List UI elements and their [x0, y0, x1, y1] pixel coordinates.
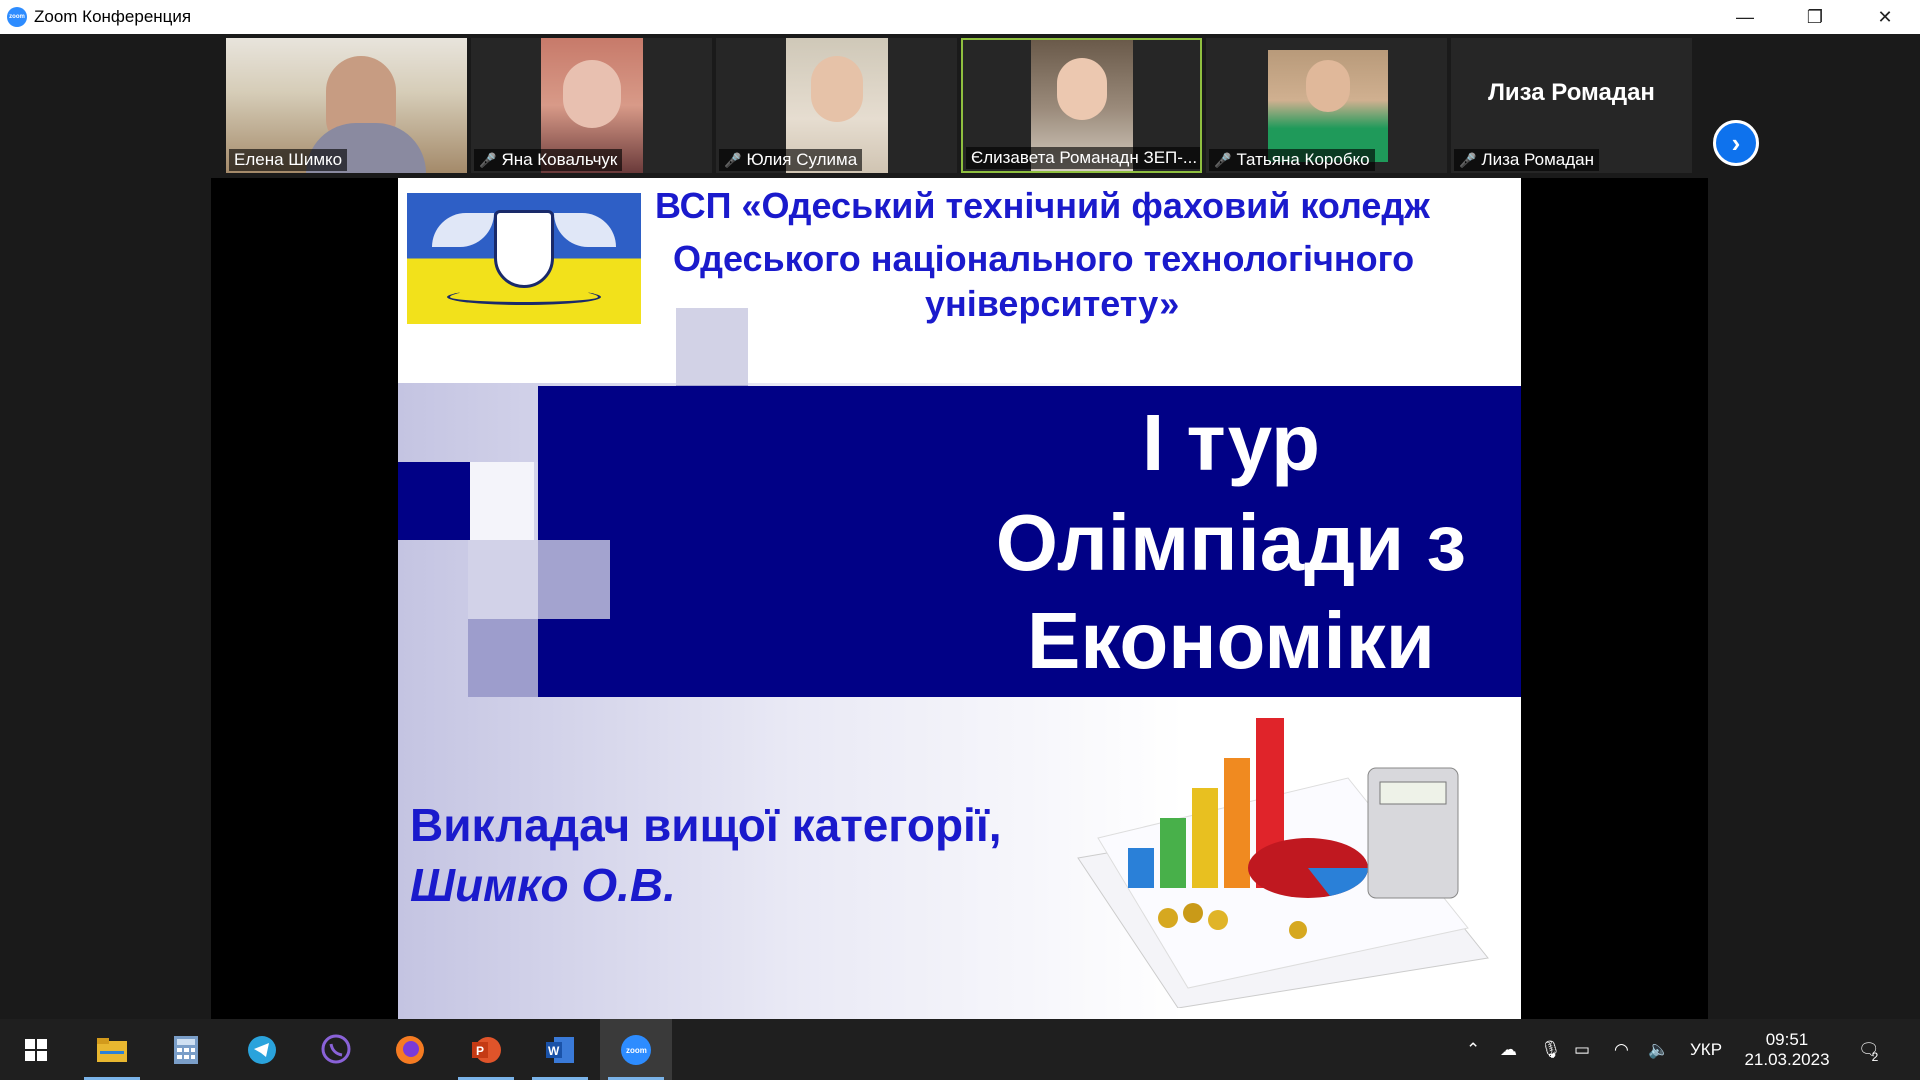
bar-yellow — [1192, 788, 1218, 888]
muted-mic-icon: 🎤 — [1214, 151, 1232, 168]
slide-title-line3: Економіки — [1027, 596, 1435, 685]
participant-tile-active-speaker[interactable]: Єлизавета Романадн ЗЕП-... — [961, 38, 1202, 173]
bar-blue — [1128, 848, 1154, 888]
window-title: Zoom Конференция — [34, 7, 192, 26]
chevron-right-icon: › — [1731, 127, 1741, 158]
close-button[interactable]: ✕ — [1850, 0, 1920, 34]
participant-name: Єлизавета Романадн ЗЕП-... — [966, 147, 1200, 169]
participant-tile[interactable]: 🎤 Татьяна Коробко — [1206, 38, 1447, 173]
volume-icon[interactable]: 🔈 — [1648, 1019, 1669, 1080]
college-logo — [407, 193, 641, 324]
participant-tile[interactable]: Лиза Ромадан 🎤 Лиза Ромадан — [1451, 38, 1692, 173]
participant-name: 🎤 Яна Ковальчук — [474, 149, 623, 171]
word-icon[interactable]: W — [524, 1019, 596, 1080]
next-page-button[interactable]: › — [1713, 120, 1759, 166]
person-face — [1057, 58, 1107, 120]
institution-name-line1: ВСП «Одеський технічний фаховий коледж — [655, 185, 1430, 226]
restore-button[interactable]: ❐ — [1780, 0, 1850, 34]
logo-wing-right — [554, 213, 616, 247]
logo-ribbon — [447, 289, 601, 305]
battery-icon[interactable]: ▭ — [1574, 1019, 1590, 1080]
coins-icon — [1208, 910, 1228, 930]
participant-name: 🎤 Лиза Ромадан — [1454, 149, 1600, 171]
bar-orange — [1224, 758, 1250, 888]
clock-time: 09:51 — [1765, 1029, 1809, 1049]
clock-date: 21.03.2023 — [1744, 1049, 1830, 1069]
teacher-name: Шимко О.В. — [410, 859, 676, 911]
svg-text:W: W — [548, 1044, 560, 1058]
svg-text:P: P — [476, 1044, 484, 1058]
coins-icon — [1158, 908, 1178, 928]
person-face — [563, 60, 621, 128]
participant-tile[interactable]: 🎤 Юлия Сулима — [716, 38, 957, 173]
language-indicator[interactable]: УКР — [1690, 1019, 1722, 1080]
logo-shield — [494, 210, 554, 288]
zoom-app-icon: zoom — [7, 7, 27, 27]
decor-square — [398, 462, 470, 540]
viber-icon[interactable] — [300, 1019, 372, 1080]
notifications-button[interactable]: 🗨 2 — [1858, 1019, 1880, 1080]
presentation-slide: ВСП «Одеський технічний фаховий коледж О… — [398, 178, 1521, 1019]
wifi-icon[interactable]: ◠ — [1614, 1019, 1629, 1080]
firefox-icon[interactable] — [374, 1019, 446, 1080]
decor-square — [538, 540, 610, 619]
participant-name: 🎤 Татьяна Коробко — [1209, 149, 1375, 171]
participant-name: 🎤 Юлия Сулима — [719, 149, 863, 171]
logo-wing-left — [432, 213, 494, 247]
calculator-icon[interactable] — [150, 1019, 222, 1080]
calculator-display — [1379, 781, 1447, 805]
person-face — [811, 56, 863, 122]
window-titlebar: zoom Zoom Конференция — ❐ ✕ — [0, 0, 1920, 34]
coins-icon — [1289, 921, 1307, 939]
teacher-title: Викладач вищої категорії, — [410, 799, 1002, 851]
muted-mic-icon: 🎤 — [479, 151, 497, 168]
participant-tile[interactable]: Елена Шимко — [226, 38, 467, 173]
participant-strip: Елена Шимко 🎤 Яна Ковальчук 🎤 Юлия Сулима … — [0, 34, 1920, 176]
participant-name: Елена Шимко — [229, 149, 348, 171]
participant-tile[interactable]: 🎤 Яна Ковальчук — [471, 38, 712, 173]
minimize-button[interactable]: — — [1710, 0, 1780, 34]
person-face — [1306, 60, 1350, 112]
onedrive-cloud-icon[interactable]: ☁ — [1500, 1019, 1517, 1080]
economics-illustration — [1077, 718, 1489, 1008]
slide-title-line1: І тур — [1142, 398, 1320, 487]
bar-green — [1160, 818, 1186, 888]
participant-big-name: Лиза Ромадан — [1488, 79, 1655, 106]
clock[interactable]: 09:51 21.03.2023 — [1742, 1019, 1832, 1080]
show-hidden-icons-chevron-up-icon[interactable]: ⌃ — [1466, 1019, 1480, 1080]
institution-name-line2: Одеського національного технологічного — [673, 238, 1415, 279]
powerpoint-icon[interactable]: P — [450, 1019, 522, 1080]
file-explorer-icon[interactable] — [76, 1019, 148, 1080]
slide-title-line2: Олімпіади з — [995, 498, 1467, 587]
decor-square — [676, 308, 748, 385]
institution-name-line3: університету» — [925, 283, 1180, 324]
decor-square — [468, 619, 538, 697]
zoom-icon[interactable]: zoom — [600, 1019, 672, 1080]
decor-square — [470, 462, 534, 540]
participant-video — [1268, 50, 1388, 162]
svg-text:zoom: zoom — [626, 1046, 647, 1055]
microphone-icon[interactable]: 🎙 — [1540, 1019, 1562, 1080]
coins-icon — [1183, 903, 1203, 923]
muted-mic-icon: 🎤 — [1459, 151, 1477, 168]
muted-mic-icon: 🎤 — [724, 151, 742, 168]
decor-square — [468, 540, 538, 619]
telegram-icon[interactable] — [226, 1019, 298, 1080]
windows-start-icon[interactable] — [0, 1019, 72, 1080]
notification-count: 2 — [1871, 1049, 1879, 1064]
